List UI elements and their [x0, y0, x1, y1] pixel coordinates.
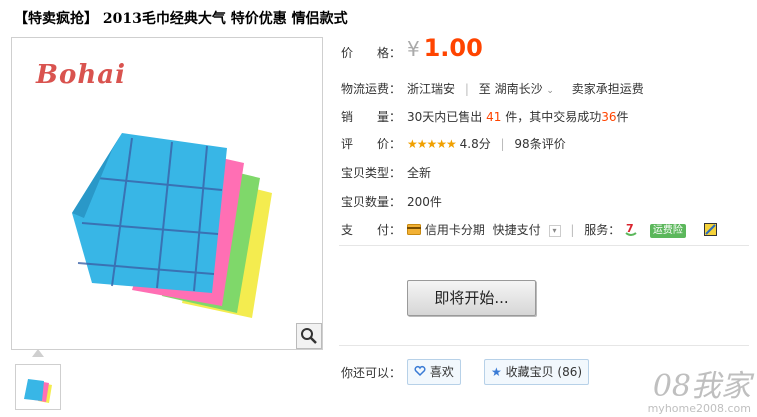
sales-mid: 件，其中交易成功 — [505, 110, 602, 124]
rating-value: ★★★★★ 4.8分 | 98条评价 — [407, 135, 566, 152]
quick-pay[interactable]: 快捷支付 — [493, 223, 541, 237]
price-value: ¥ 1.00 — [407, 34, 483, 62]
divider — [339, 345, 749, 346]
price-label: 价 格： — [341, 46, 402, 60]
rating-score: 4.8分 — [459, 137, 491, 151]
sales-success: 36 — [601, 110, 617, 124]
favorite-button[interactable]: ★ 收藏宝贝 (86) — [484, 359, 590, 385]
shipping-destination: 湖南长沙 — [494, 82, 543, 96]
price-amount: 1.00 — [423, 34, 483, 62]
chevron-down-icon: ⌄ — [546, 86, 554, 96]
like-button[interactable]: 喜欢 — [407, 359, 461, 385]
magnifier-icon — [301, 328, 317, 344]
shipping-value: 浙江瑞安 | 至 湖南长沙 ⌄ 卖家承担运费 — [407, 80, 644, 97]
sales-value: 30天内已售出 41 件，其中交易成功36件 — [407, 108, 629, 125]
chevron-down-icon[interactable]: ▾ — [548, 224, 561, 237]
rating-divider: | — [500, 137, 505, 151]
thumbnail-pointer — [32, 349, 44, 357]
sales-count: 41 — [486, 110, 502, 124]
favorite-label: 收藏宝贝 (86) — [505, 365, 583, 379]
towel-thumbnail — [24, 379, 52, 403]
star-icon: ★ — [491, 365, 502, 379]
divider — [339, 245, 749, 246]
heart-icon — [414, 361, 426, 385]
thumbnail-image[interactable] — [15, 364, 61, 410]
type-label: 宝贝类型： — [341, 166, 402, 180]
like-label: 喜欢 — [429, 365, 454, 379]
type-value: 全新 — [407, 166, 432, 180]
shipping-destination-select[interactable]: 湖南长沙 ⌄ — [495, 82, 558, 96]
towel-stack-image — [72, 133, 272, 318]
quantity-label: 宝贝数量： — [341, 195, 402, 209]
zoom-button[interactable] — [296, 323, 322, 349]
shipping-insurance-badge[interactable]: 运费险 — [649, 223, 686, 238]
service-icon[interactable] — [703, 222, 717, 239]
watermark-big: 08我家 — [652, 369, 751, 404]
site-watermark: 08我家 myhome2008.com — [647, 369, 751, 416]
service-label: 服务： — [584, 223, 621, 237]
you-can-label: 你还可以： — [341, 366, 402, 380]
shipping-note: 卖家承担运费 — [571, 82, 644, 96]
payment-label: 支 付： — [341, 223, 402, 237]
sales-suffix: 件 — [616, 110, 629, 124]
quantity-value: 200件 — [407, 195, 442, 209]
rating-label: 评 价： — [341, 137, 402, 151]
shipping-from: 浙江瑞安 — [407, 82, 456, 96]
payment-value: 信用卡分期 快捷支付 ▾ | 服务： 7 运费险 — [407, 221, 717, 240]
shipping-label: 物流运费： — [341, 82, 402, 96]
coming-soon-button[interactable]: 即将开始... — [407, 280, 536, 316]
credit-installment[interactable]: 信用卡分期 — [425, 223, 485, 237]
currency-symbol: ¥ — [407, 37, 420, 61]
sales-prefix: 30天内已售出 — [407, 110, 483, 124]
credit-card-icon — [407, 223, 421, 238]
rating-stars: ★★★★★ — [407, 137, 457, 151]
shipping-to-prefix: 至 — [478, 82, 491, 96]
sales-label: 销 量： — [341, 110, 402, 124]
payment-divider: | — [570, 223, 575, 237]
rating-reviews-link[interactable]: 98条评价 — [514, 137, 565, 151]
product-main-image[interactable]: Bohai — [11, 37, 323, 350]
seven-day-return-icon[interactable]: 7 — [624, 221, 638, 240]
watermark-url: myhome2008.com — [647, 402, 751, 415]
shipping-divider: | — [464, 82, 469, 96]
product-title: 【特卖疯抢】 2013毛巾经典大气 特价优惠 情侣款式 — [14, 11, 348, 27]
